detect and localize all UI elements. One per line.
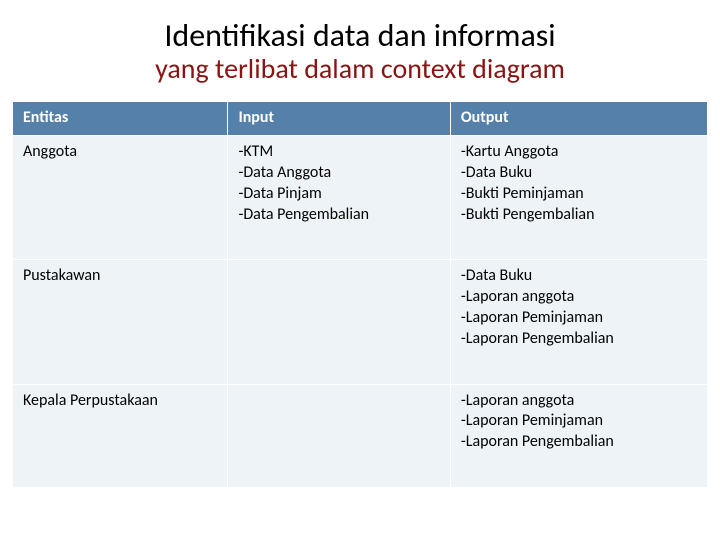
cell-input [228, 384, 450, 487]
cell-input: -KTM -Data Anggota -Data Pinjam -Data Pe… [228, 136, 450, 260]
header-output: Output [450, 102, 707, 136]
context-table: Entitas Input Output Anggota -KTM -Data … [12, 101, 708, 488]
cell-entitas: Kepala Perpustakaan [13, 384, 228, 487]
slide-title: Identifikasi data dan informasi yang ter… [12, 18, 708, 85]
title-line-2: yang terlibat dalam context diagram [52, 53, 668, 85]
cell-output: -Kartu Anggota -Data Buku -Bukti Peminja… [450, 136, 707, 260]
table-row: Pustakawan -Data Buku -Laporan anggota -… [13, 260, 708, 384]
header-entitas: Entitas [13, 102, 228, 136]
cell-input [228, 260, 450, 384]
cell-entitas: Anggota [13, 136, 228, 260]
slide: Identifikasi data dan informasi yang ter… [0, 0, 720, 540]
cell-output: -Laporan anggota -Laporan Peminjaman -La… [450, 384, 707, 487]
table-header-row: Entitas Input Output [13, 102, 708, 136]
title-line-1: Identifikasi data dan informasi [52, 18, 668, 53]
table-row: Kepala Perpustakaan -Laporan anggota -La… [13, 384, 708, 487]
cell-entitas: Pustakawan [13, 260, 228, 384]
cell-output: -Data Buku -Laporan anggota -Laporan Pem… [450, 260, 707, 384]
table-row: Anggota -KTM -Data Anggota -Data Pinjam … [13, 136, 708, 260]
header-input: Input [228, 102, 450, 136]
